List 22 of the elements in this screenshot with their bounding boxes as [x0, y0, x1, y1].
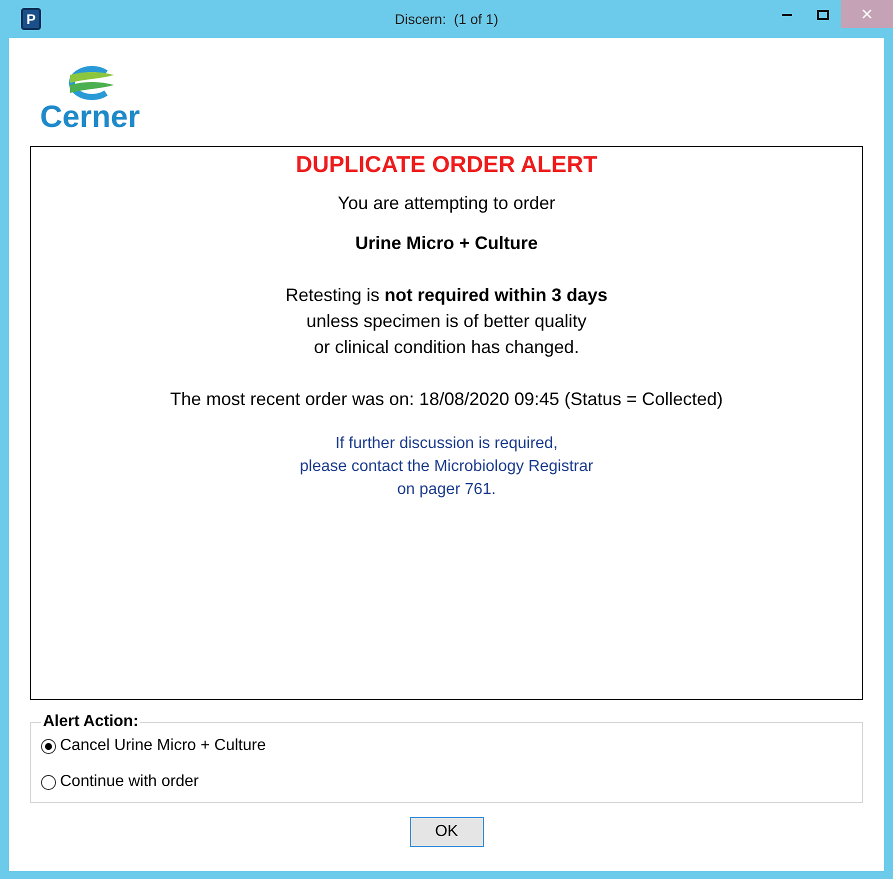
radio-button[interactable]	[41, 774, 56, 790]
alert-text: or clinical condition has changed.	[314, 336, 580, 359]
group-legend: Alert Action:	[41, 710, 140, 734]
alert-text: The most recent order was on: 18/08/2020 09:45 (Status = Collected)	[170, 388, 723, 411]
alert-text: You are attempting to order	[338, 192, 556, 215]
alert-text: Urine Micro + Culture	[355, 232, 538, 255]
logo-text: Cerner	[40, 101, 140, 133]
alert-text: If further discussion is required,	[335, 434, 558, 454]
radio-option[interactable]: Cancel Urine Micro + Culture	[41, 734, 852, 758]
maximize-icon	[817, 10, 829, 20]
radio-option[interactable]: Continue with order	[41, 770, 852, 794]
close-icon	[862, 9, 872, 19]
alert-text: Retesting is not required within 3 days	[285, 284, 608, 307]
alert-text: on pager 761.	[397, 480, 496, 500]
alert-text: please contact the Microbiology Registrar	[300, 457, 594, 477]
radio-button[interactable]	[41, 738, 56, 754]
app-icon: P	[21, 8, 41, 30]
minimize-icon	[782, 14, 792, 16]
window-title: Discern: (1 of 1)	[394, 10, 498, 29]
ok-button[interactable]: OK	[410, 817, 484, 847]
alert-text: unless specimen is of better quality	[306, 310, 587, 333]
alert-title: DUPLICATE ORDER ALERT	[296, 150, 598, 178]
